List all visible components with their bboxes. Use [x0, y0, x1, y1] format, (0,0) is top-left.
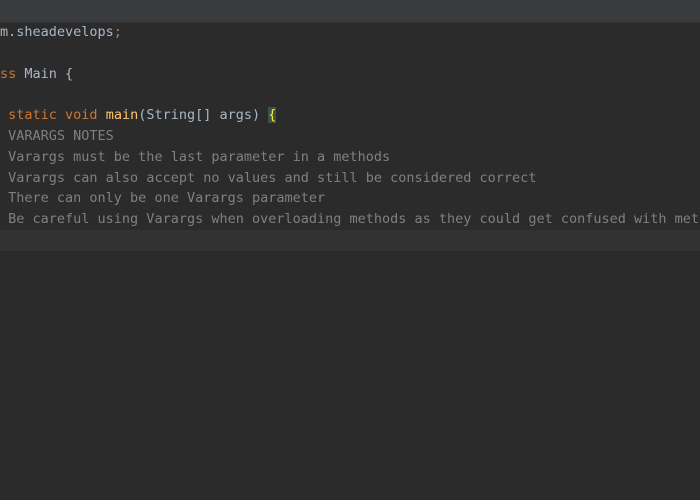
- open-brace-highlight: {: [268, 107, 277, 124]
- comment-text: Be careful using Varargs when overloadin…: [8, 211, 700, 228]
- semicolon: ;: [113, 24, 122, 40]
- code-line-main[interactable]: static void main(String[] args) {: [0, 105, 700, 126]
- comment-text: Varargs can also accept no values and st…: [8, 169, 537, 186]
- static-void-keywords: static void: [8, 107, 98, 124]
- code-area[interactable]: m.sheadevelops; ss Main { static void ma…: [0, 22, 700, 251]
- class-keyword-fragment: ss: [0, 65, 17, 82]
- comment-text: VARARGS NOTES: [8, 127, 114, 144]
- method-name: main: [105, 107, 139, 124]
- comment-line[interactable]: VARARGS NOTES: [0, 126, 700, 147]
- method-params: (String[] args): [138, 107, 269, 124]
- class-name: Main {: [16, 65, 74, 82]
- comment-text: There can only be one Varargs parameter: [8, 190, 326, 207]
- current-line-highlight[interactable]: [0, 229, 700, 251]
- editor-tab-strip: [0, 0, 700, 23]
- code-line-package[interactable]: m.sheadevelops;: [0, 22, 700, 43]
- comment-line[interactable]: There can only be one Varargs parameter: [0, 188, 700, 209]
- package-name: m.sheadevelops: [0, 24, 114, 40]
- code-line-empty[interactable]: [0, 43, 700, 64]
- comment-line[interactable]: Varargs must be the last parameter in a …: [0, 147, 700, 168]
- comment-line[interactable]: Be careful using Varargs when overloadin…: [0, 209, 700, 230]
- comment-line[interactable]: Varargs can also accept no values and st…: [0, 168, 700, 189]
- code-line-empty[interactable]: [0, 84, 700, 105]
- code-editor[interactable]: m.sheadevelops; ss Main { static void ma…: [0, 0, 700, 500]
- comment-text: Varargs must be the last parameter in a …: [8, 148, 391, 165]
- code-line-class[interactable]: ss Main {: [0, 64, 700, 85]
